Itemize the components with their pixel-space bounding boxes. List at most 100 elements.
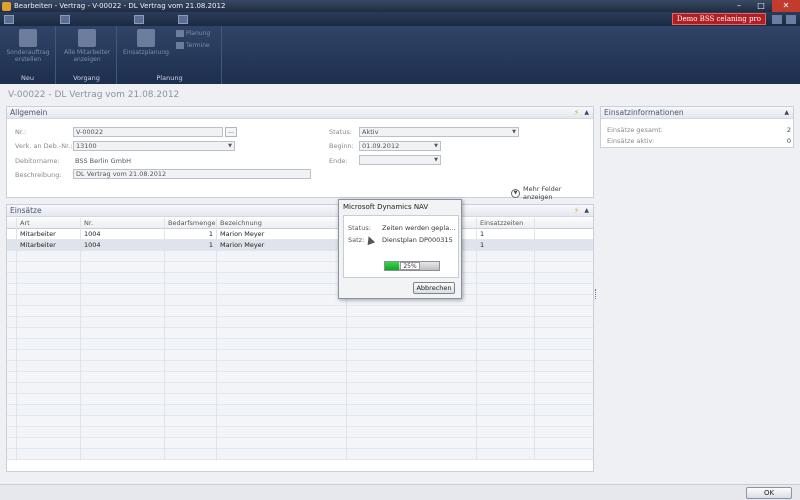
einsaetze-header[interactable]: Einsätze ⚡ ▲ bbox=[7, 205, 593, 217]
empty-row[interactable] bbox=[7, 449, 593, 460]
beschreibung-field[interactable]: DL Vertrag vom 21.08.2012 bbox=[73, 169, 311, 179]
collapse-icon[interactable]: ▲ bbox=[784, 109, 789, 116]
termine-button[interactable]: Termine bbox=[176, 42, 210, 49]
empty-row[interactable] bbox=[7, 405, 593, 416]
ok-button[interactable]: OK bbox=[746, 487, 792, 499]
cell-bedarfsmenge: 1 bbox=[165, 229, 217, 240]
ende-field[interactable]: ▼ bbox=[359, 155, 441, 165]
refresh-icon[interactable] bbox=[178, 14, 188, 24]
table-row[interactable]: Mitarbeiter 1004 1 Marion Meyer 1 bbox=[7, 229, 593, 240]
planung-button[interactable]: Planung bbox=[176, 30, 210, 37]
lightning-icon[interactable] bbox=[4, 14, 14, 24]
empty-row[interactable] bbox=[7, 383, 593, 394]
empty-row[interactable] bbox=[7, 284, 593, 295]
empty-row[interactable] bbox=[7, 262, 593, 273]
empty-row[interactable] bbox=[7, 394, 593, 405]
page-title: V-00022 - DL Vertrag vom 21.08.2012 bbox=[8, 90, 180, 100]
ribbon-group-planung: Einsatzplanung Planung Termine Planung bbox=[118, 26, 222, 84]
status-select[interactable]: Aktiv ▼ bbox=[359, 127, 519, 137]
dialog-satz-value: Dienstplan DP000315 bbox=[382, 236, 453, 244]
cell-nr: 1004 bbox=[81, 229, 165, 240]
window-title: Bearbeiten - Vertrag - V-00022 - DL Vert… bbox=[14, 2, 226, 10]
alle-mitarbeiter-button[interactable]: Alle Mitarbeiter anzeigen bbox=[59, 29, 115, 63]
cell-art: Mitarbeiter bbox=[17, 229, 81, 240]
dialog-status-value: Zeiten werden gepla... bbox=[382, 224, 456, 232]
empty-row[interactable] bbox=[7, 416, 593, 427]
empty-row[interactable] bbox=[7, 438, 593, 449]
chevron-down-icon[interactable]: ▼ bbox=[434, 142, 438, 150]
abbrechen-button[interactable]: Abbrechen bbox=[413, 282, 455, 294]
empty-row[interactable] bbox=[7, 427, 593, 438]
nr-lookup-button[interactable]: ... bbox=[225, 127, 237, 137]
verk-field[interactable]: 13100 ▼ bbox=[73, 141, 235, 151]
progress-fill bbox=[385, 262, 399, 270]
cell-bedarfsmenge: 1 bbox=[165, 240, 217, 251]
collapse-icon[interactable]: ▲ bbox=[584, 207, 589, 214]
cell-einsatzzeiten: 1 bbox=[477, 229, 535, 240]
minimize-button[interactable]: – bbox=[728, 0, 750, 12]
chevron-down-icon[interactable]: ▼ bbox=[228, 142, 232, 150]
panel-splitter[interactable] bbox=[595, 289, 597, 299]
sonderauftrag-button[interactable]: Sonderauftrag erstellen bbox=[2, 29, 54, 63]
close-button[interactable]: ✕ bbox=[772, 0, 800, 12]
progress-percent: 25% bbox=[400, 262, 420, 270]
expand-icon: ▼ bbox=[511, 188, 520, 198]
allgemein-panel: Allgemein ⚡ ▲ Nr.: V-00022 ... Verk. an D… bbox=[6, 106, 594, 201]
quick-access-bar: Demo BSS celaning pro bbox=[0, 12, 800, 26]
col-art[interactable]: Art bbox=[17, 218, 81, 229]
empty-row[interactable] bbox=[7, 328, 593, 339]
col-einsatzzeiten[interactable]: Einsatzzeiten bbox=[477, 218, 535, 229]
table-row[interactable]: Mitarbeiter 1004 1 Marion Meyer 1 bbox=[7, 240, 593, 251]
ribbon-group-neu: Sonderauftrag erstellen Neu bbox=[0, 26, 56, 84]
chevron-down-icon[interactable]: ▼ bbox=[512, 128, 516, 136]
col-bedarfsmenge[interactable]: Bedarfsmenge bbox=[165, 218, 217, 229]
empty-row[interactable] bbox=[7, 273, 593, 284]
einsatzplanung-button[interactable]: Einsatzplanung bbox=[120, 29, 172, 56]
save-icon[interactable] bbox=[60, 14, 70, 24]
einsatzinfo-header[interactable]: Einsatzinformationen ▲ bbox=[601, 107, 793, 119]
chevron-down-icon[interactable]: ▼ bbox=[434, 156, 438, 164]
lightning-icon[interactable]: ⚡ bbox=[574, 206, 580, 215]
einsaetze-panel: Einsätze ⚡ ▲ Art Nr. Bedarfsmenge Bezeich… bbox=[6, 204, 594, 472]
planung-icon bbox=[176, 30, 184, 37]
cell-bezeichnung: Marion Meyer bbox=[217, 229, 347, 240]
empty-row[interactable] bbox=[7, 361, 593, 372]
cell-art: Mitarbeiter bbox=[17, 240, 81, 251]
copy-icon[interactable] bbox=[134, 14, 144, 24]
einsaetze-grid: Art Nr. Bedarfsmenge Bezeichnung Einsatz… bbox=[7, 218, 593, 460]
menu-icon[interactable] bbox=[772, 14, 782, 24]
row-selector-header bbox=[7, 218, 17, 229]
collapse-icon[interactable]: ▲ bbox=[584, 109, 589, 116]
col-bezeichnung[interactable]: Bezeichnung bbox=[217, 218, 347, 229]
dialog-title: Microsoft Dynamics NAV bbox=[343, 203, 429, 211]
demo-company-badge: Demo BSS celaning pro bbox=[671, 13, 766, 25]
group-label-vorgang: Vorgang bbox=[73, 74, 100, 82]
col-nr[interactable]: Nr. bbox=[81, 218, 165, 229]
help-icon[interactable] bbox=[786, 14, 796, 24]
beschr-label: Beschreibung: bbox=[15, 171, 62, 179]
verk-label: Verk. an Deb.-Nr.: bbox=[15, 142, 73, 150]
ribbon-group-vorgang: Alle Mitarbeiter anzeigen Vorgang bbox=[57, 26, 117, 84]
einsaetze-aktiv-row: Einsätze aktiv: 0 bbox=[607, 137, 791, 145]
cell-einsatzzeiten: 1 bbox=[477, 240, 535, 251]
nr-label: Nr.: bbox=[15, 128, 27, 136]
ribbon: Sonderauftrag erstellen Neu Alle Mitarbe… bbox=[0, 26, 800, 84]
progress-dialog: Microsoft Dynamics NAV Status: Zeiten we… bbox=[338, 199, 462, 299]
allgemein-header[interactable]: Allgemein ⚡ ▲ bbox=[7, 107, 593, 119]
window-titlebar: Bearbeiten - Vertrag - V-00022 - DL Vert… bbox=[0, 0, 800, 12]
document-icon bbox=[19, 29, 37, 47]
mehr-felder-link[interactable]: ▼ Mehr Felder anzeigen bbox=[511, 185, 593, 201]
lightning-icon[interactable]: ⚡ bbox=[574, 108, 580, 117]
beginn-field[interactable]: 01.09.2012 ▼ bbox=[359, 141, 441, 151]
empty-row[interactable] bbox=[7, 317, 593, 328]
cell-bezeichnung: Marion Meyer bbox=[217, 240, 347, 251]
empty-row[interactable] bbox=[7, 295, 593, 306]
einsaetze-gesamt-row: Einsätze gesamt: 2 bbox=[607, 126, 791, 134]
maximize-button[interactable]: □ bbox=[750, 0, 772, 12]
empty-row[interactable] bbox=[7, 372, 593, 383]
empty-row[interactable] bbox=[7, 306, 593, 317]
nr-field[interactable]: V-00022 bbox=[73, 127, 223, 137]
empty-row[interactable] bbox=[7, 350, 593, 361]
empty-row[interactable] bbox=[7, 339, 593, 350]
empty-row[interactable] bbox=[7, 251, 593, 262]
